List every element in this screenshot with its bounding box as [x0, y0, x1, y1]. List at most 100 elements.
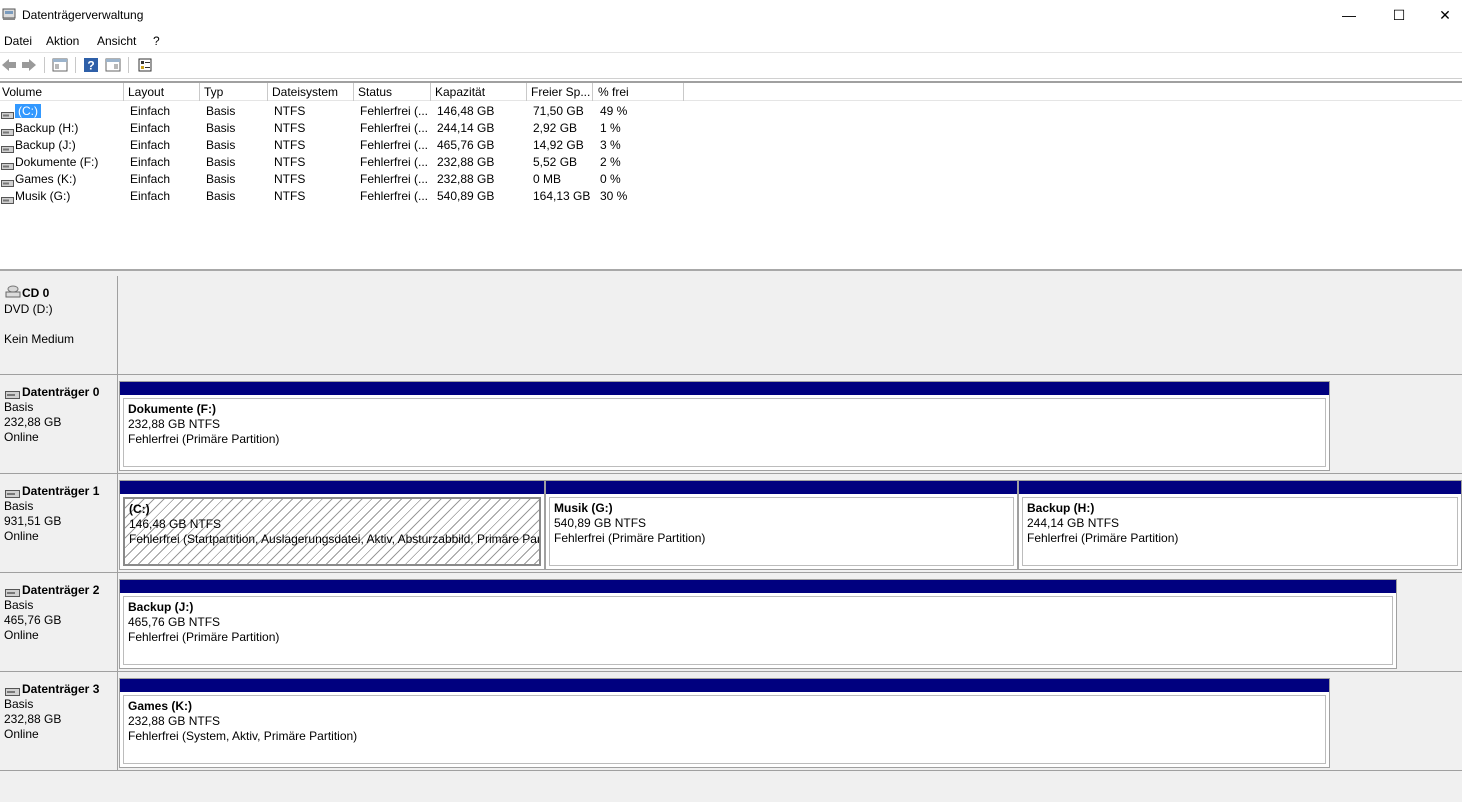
- menu-aktion[interactable]: Aktion: [46, 34, 79, 48]
- partition-size: 232,88 GB NTFS: [128, 417, 221, 431]
- partition-size: 244,14 GB NTFS: [1027, 516, 1120, 530]
- menu-bar: Datei Aktion Ansicht ?: [0, 31, 1462, 51]
- volume-icon: [1, 176, 14, 187]
- minimize-button[interactable]: —: [1326, 0, 1372, 30]
- partition-status: Fehlerfrei (System, Aktiv, Primäre Parti…: [128, 729, 358, 743]
- disk-size: 232,88 GB: [4, 712, 62, 726]
- disk-area-1: (C:) 146,48 GB NTFS Fehlerfrei (Startpar…: [118, 474, 1462, 573]
- cell-freier-speicher: 14,92 GB: [533, 138, 584, 152]
- maximize-button[interactable]: ☐: [1376, 0, 1422, 30]
- cell-layout: Einfach: [130, 121, 171, 135]
- cell-kapazitaet: 232,88 GB: [437, 155, 495, 169]
- hard-disk-icon: [5, 685, 20, 696]
- volume-list: Volume Layout Typ Dateisystem Status Kap…: [0, 83, 1462, 269]
- table-row[interactable]: Games (K:) Einfach Basis NTFS Fehlerfrei (..…: [0, 171, 1462, 188]
- menu-help[interactable]: ?: [153, 34, 160, 48]
- cell-prozent-frei: 3 %: [600, 138, 621, 152]
- disk-type: Basis: [4, 499, 34, 513]
- hard-disk-icon: [5, 586, 20, 597]
- disk-label-cd0[interactable]: CD 0 DVD (D:) Kein Medium: [0, 276, 118, 375]
- cell-typ: Basis: [206, 172, 236, 186]
- menu-separator: [0, 52, 1462, 53]
- column-header-prozent-frei[interactable]: % frei: [596, 83, 684, 101]
- cell-freier-speicher: 164,13 GB: [533, 189, 591, 203]
- menu-ansicht[interactable]: Ansicht: [97, 34, 136, 48]
- cell-volume: Backup (J:): [15, 138, 76, 152]
- disk-label-0[interactable]: Datenträger 0 Basis 232,88 GB Online: [0, 375, 118, 474]
- partition-backup-h[interactable]: Backup (H:) 244,14 GB NTFS Fehlerfrei (P…: [1018, 480, 1462, 570]
- partition-name: Musik (G:): [554, 501, 613, 515]
- help-icon[interactable]: ?: [82, 56, 100, 74]
- partition-c[interactable]: (C:) 146,48 GB NTFS Fehlerfrei (Startpar…: [119, 480, 545, 570]
- disk-name: Datenträger 0: [22, 385, 100, 399]
- table-row[interactable]: (C:) Einfach Basis NTFS Fehlerfrei (... 146,4…: [0, 103, 1462, 120]
- close-button[interactable]: ✕: [1422, 0, 1462, 30]
- toolbar-separator: [75, 57, 76, 73]
- details-icon[interactable]: [104, 56, 122, 74]
- partition-body: Musik (G:) 540,89 GB NTFS Fehlerfrei (Pr…: [549, 497, 1014, 566]
- partition-dokumente[interactable]: Dokumente (F:) 232,88 GB NTFS Fehlerfrei…: [119, 381, 1330, 471]
- cell-freier-speicher: 0 MB: [533, 172, 562, 186]
- partition-games[interactable]: Games (K:) 232,88 GB NTFS Fehlerfrei (Sy…: [119, 678, 1330, 768]
- partition-body: Backup (J:) 465,76 GB NTFS Fehlerfrei (P…: [123, 596, 1393, 665]
- cell-dateisystem: NTFS: [274, 104, 306, 118]
- column-header-dateisystem[interactable]: Dateisystem: [270, 83, 354, 101]
- column-header-status[interactable]: Status: [356, 83, 431, 101]
- column-header-freier-speicher[interactable]: Freier Sp...: [529, 83, 593, 101]
- partition-size: 465,76 GB NTFS: [128, 615, 221, 629]
- disk-status: Online: [4, 529, 39, 543]
- partition-body: Dokumente (F:) 232,88 GB NTFS Fehlerfrei…: [123, 398, 1326, 467]
- partition-backup-j[interactable]: Backup (J:) 465,76 GB NTFS Fehlerfrei (P…: [119, 579, 1397, 669]
- table-row[interactable]: Musik (G:) Einfach Basis NTFS Fehlerfrei (..…: [0, 188, 1462, 205]
- disk-name: Datenträger 1: [22, 484, 100, 498]
- disk-label-3[interactable]: Datenträger 3 Basis 232,88 GB Online: [0, 672, 118, 771]
- window-title: Datenträgerverwaltung: [22, 8, 144, 22]
- cell-prozent-frei: 30 %: [600, 189, 628, 203]
- pane-splitter[interactable]: [0, 269, 1462, 276]
- toolbar-border: [0, 78, 1462, 79]
- partition-name: Games (K:): [128, 699, 193, 713]
- partition-status: Fehlerfrei (Primäre Partition): [1027, 531, 1179, 545]
- cell-layout: Einfach: [130, 172, 171, 186]
- partition-bar: [120, 580, 1396, 593]
- cell-kapazitaet: 465,76 GB: [437, 138, 495, 152]
- cell-freier-speicher: 71,50 GB: [533, 104, 584, 118]
- back-icon[interactable]: [0, 56, 18, 74]
- cell-prozent-frei: 49 %: [600, 104, 628, 118]
- table-row[interactable]: Dokumente (F:) Einfach Basis NTFS Fehlerfrei…: [0, 154, 1462, 171]
- partition-bar: [120, 679, 1329, 692]
- volume-icon: [1, 142, 14, 153]
- properties-icon[interactable]: [136, 56, 154, 74]
- console-tree-icon[interactable]: [51, 56, 69, 74]
- cell-dateisystem: NTFS: [274, 189, 306, 203]
- volume-icon: [1, 108, 14, 119]
- table-row[interactable]: Backup (H:) Einfach Basis NTFS Fehlerfrei (.…: [0, 120, 1462, 137]
- disk-type: Basis: [4, 400, 34, 414]
- column-header-typ[interactable]: Typ: [202, 83, 268, 101]
- svg-text:?: ?: [87, 59, 94, 73]
- table-row[interactable]: Backup (J:) Einfach Basis NTFS Fehlerfrei (.…: [0, 137, 1462, 154]
- menu-datei[interactable]: Datei: [4, 34, 32, 48]
- partition-name: Dokumente (F:): [128, 402, 216, 416]
- disk-status: Online: [4, 628, 39, 642]
- column-header-layout[interactable]: Layout: [126, 83, 200, 101]
- column-header-volume[interactable]: Volume: [0, 83, 124, 101]
- disk-type: Basis: [4, 697, 34, 711]
- cell-typ: Basis: [206, 155, 236, 169]
- disk-label-1[interactable]: Datenträger 1 Basis 931,51 GB Online: [0, 474, 118, 573]
- disk-area-0: Dokumente (F:) 232,88 GB NTFS Fehlerfrei…: [118, 375, 1462, 474]
- forward-icon[interactable]: [20, 56, 38, 74]
- cell-layout: Einfach: [130, 189, 171, 203]
- disk-size: 465,76 GB: [4, 613, 62, 627]
- volume-icon: [1, 159, 14, 170]
- disk-label-2[interactable]: Datenträger 2 Basis 465,76 GB Online: [0, 573, 118, 672]
- cell-status: Fehlerfrei (...: [360, 121, 429, 135]
- selected-volume-label[interactable]: (C:): [15, 104, 41, 118]
- disk-name: Datenträger 3: [22, 682, 100, 696]
- column-header-kapazitaet[interactable]: Kapazität: [433, 83, 527, 101]
- cell-dateisystem: NTFS: [274, 172, 306, 186]
- partition-body: Games (K:) 232,88 GB NTFS Fehlerfrei (Sy…: [123, 695, 1326, 764]
- partition-musik[interactable]: Musik (G:) 540,89 GB NTFS Fehlerfrei (Pr…: [545, 480, 1018, 570]
- cell-dateisystem: NTFS: [274, 138, 306, 152]
- disk-type: Basis: [4, 598, 34, 612]
